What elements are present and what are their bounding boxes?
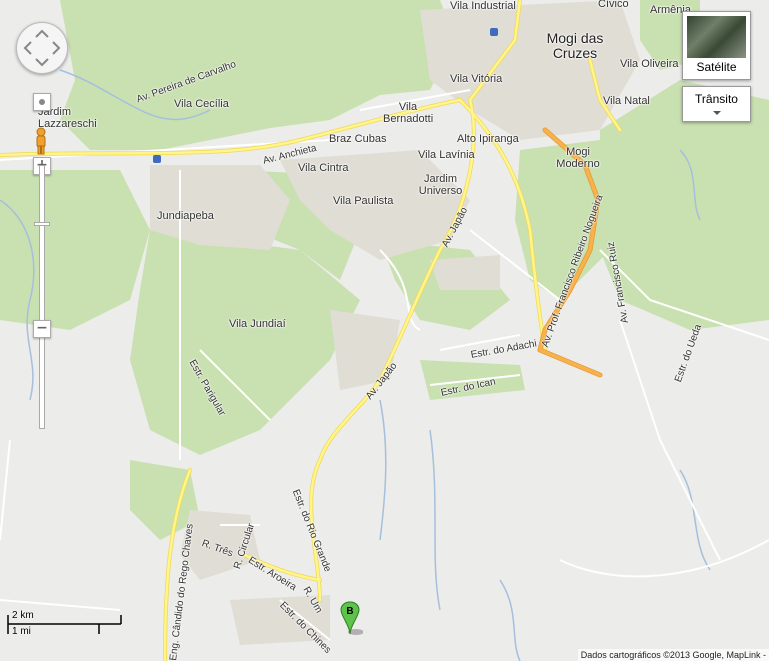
place-label: Vila Cecília	[174, 98, 229, 110]
place-label: Vila Vitória	[450, 73, 503, 85]
place-label: Vila Oliveira	[620, 58, 679, 70]
zoom-slider-handle[interactable]	[34, 222, 50, 226]
place-label: Mogi Moderno	[556, 146, 600, 170]
map-canvas[interactable]: Vila Industrial Cívico Armênia Mogi das …	[0, 0, 769, 661]
place-label: Vila Natal	[603, 95, 650, 107]
place-label: Jardim Universo	[418, 173, 463, 197]
pegman-icon[interactable]	[33, 127, 49, 155]
satellite-thumbnail	[687, 16, 746, 58]
pan-arrows-icon	[23, 29, 61, 67]
map-base-layer	[0, 0, 769, 661]
train-station-icon[interactable]	[153, 155, 161, 163]
city-label: Mogi das Cruzes	[546, 30, 604, 61]
zoom-out-button[interactable]: −	[33, 320, 51, 338]
pan-right-icon[interactable]	[52, 41, 61, 55]
train-station-icon[interactable]	[490, 28, 498, 36]
street-view-home-button[interactable]	[33, 93, 51, 111]
place-label: Alto Ipiranga	[457, 133, 519, 145]
pan-down-icon[interactable]	[35, 58, 49, 67]
place-label: Vila Lavínia	[418, 149, 475, 161]
place-label: Jundiapeba	[157, 210, 214, 222]
scale-lines	[7, 615, 122, 634]
traffic-label: Trânsito	[695, 92, 738, 106]
scale-bar: 2 km 1 mi	[7, 610, 127, 640]
place-label: Vila Industrial	[450, 0, 516, 12]
place-label: Vila Jundiaí	[229, 318, 286, 330]
pan-up-icon[interactable]	[35, 29, 49, 38]
place-label: Vila Cintra	[298, 162, 349, 174]
zoom-slider-track[interactable]	[39, 165, 45, 429]
map-marker-b[interactable]: B	[339, 600, 363, 638]
pan-control[interactable]	[16, 22, 68, 74]
circle-icon	[39, 99, 45, 105]
chevron-down-icon	[713, 111, 721, 115]
satellite-toggle-button[interactable]: Satélite	[682, 11, 751, 80]
place-label: Vila Paulista	[333, 195, 394, 207]
place-label: Braz Cubas	[329, 133, 387, 145]
place-label: Cívico	[598, 0, 629, 10]
map-data-credit[interactable]: Dados cartográficos ©2013 Google, MapLin…	[577, 649, 769, 661]
traffic-toggle-button[interactable]: Trânsito	[682, 86, 751, 122]
marker-letter: B	[346, 606, 353, 617]
place-label: Vila Bernadotti	[383, 101, 434, 125]
pan-left-icon[interactable]	[23, 41, 32, 55]
satellite-label: Satélite	[696, 60, 737, 74]
